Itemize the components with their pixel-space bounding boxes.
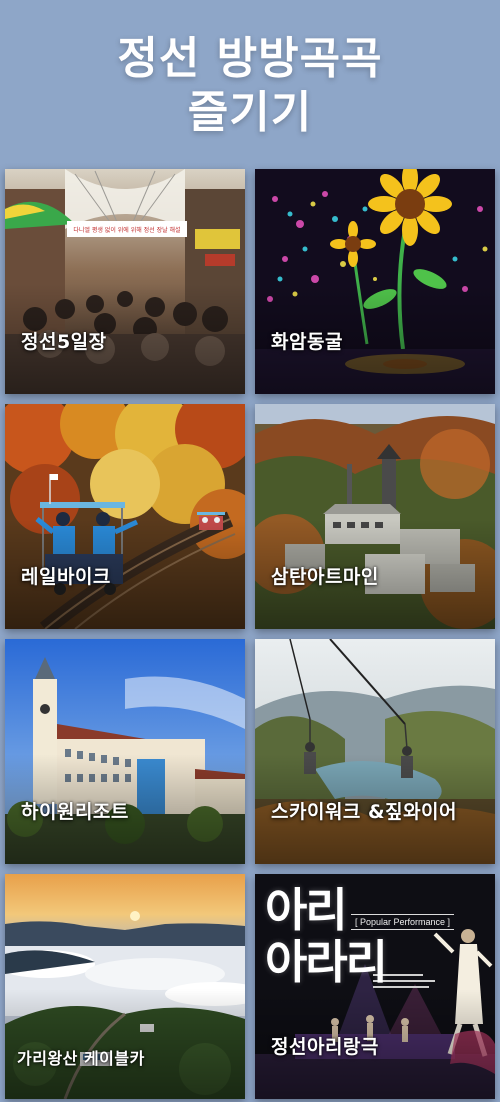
page: 정선 방방곡곡 즐기기 다니엘 평생 없이 위에 위해 정선 장날 해설 정선5…: [0, 0, 500, 1102]
title-line-1: 정선 방방곡곡: [117, 33, 383, 84]
tile-jeongseon-market[interactable]: 다니엘 평생 없이 위에 위해 정선 장날 해설 정선5일장: [5, 169, 245, 394]
poster-title: 아리 아라리: [265, 884, 388, 989]
tile-label: 삼탄아트마인: [271, 566, 379, 588]
tile-label: 레일바이크: [21, 566, 111, 588]
page-title: 정선 방방곡곡 즐기기: [0, 32, 500, 140]
market-banner-text: 다니엘 평생 없이 위에 위해 정선 장날 해설: [73, 226, 180, 234]
tile-arirang-play[interactable]: 아리 아라리 [ Popular Performance ] 정선아리랑극: [255, 874, 495, 1099]
poster-title-line-2: 아라리: [265, 935, 388, 989]
tile-label: 가리왕산 케이블카: [17, 1049, 145, 1068]
tile-label: 화암동굴: [271, 331, 343, 353]
tile-label: 하이원리조트: [21, 801, 129, 823]
tile-skywalk-zipwire[interactable]: 스카이워크 &짚와이어: [255, 639, 495, 864]
tile-shade: [5, 989, 245, 1099]
tile-label: 정선5일장: [21, 331, 107, 353]
title-line-2: 즐기기: [187, 87, 313, 138]
tile-label: 정선아리랑극: [271, 1036, 379, 1058]
tile-samtan-art-mine[interactable]: 삼탄아트마인: [255, 404, 495, 629]
poster-tag: [ Popular Performance ]: [351, 914, 455, 930]
tile-high1-resort[interactable]: 하이원리조트: [5, 639, 245, 864]
tile-gariwangsan-cable-car[interactable]: 가리왕산 케이블카: [5, 874, 245, 1099]
tile-label: 스카이워크 &짚와이어: [271, 801, 458, 823]
tile-hwaam-cave[interactable]: 화암동굴: [255, 169, 495, 394]
tile-rail-bike[interactable]: 레일바이크: [5, 404, 245, 629]
